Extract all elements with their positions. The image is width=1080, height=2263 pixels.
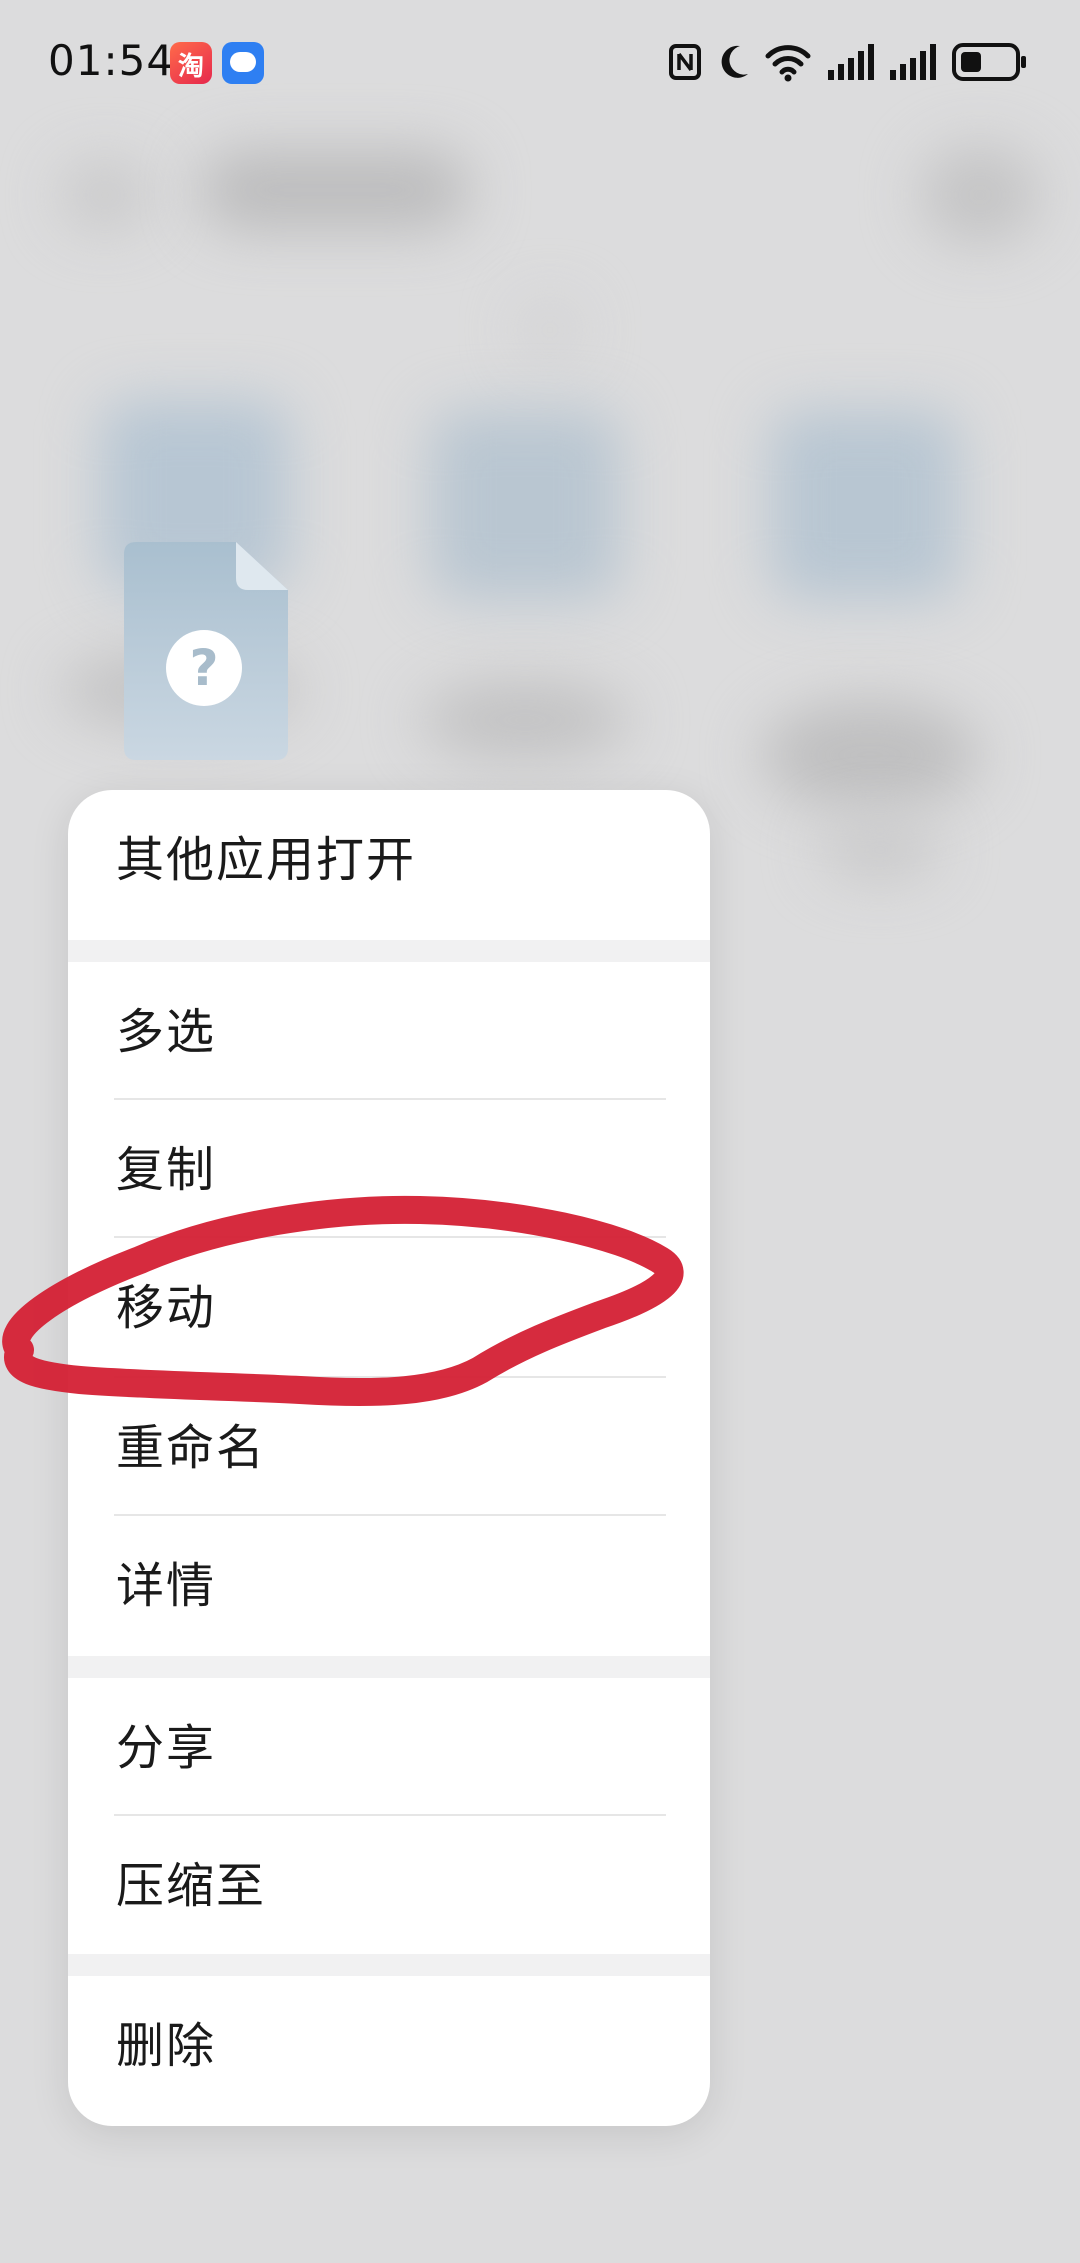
- blurred-title: [200, 150, 470, 230]
- menu-item-compress-to[interactable]: 压缩至: [68, 1816, 710, 1956]
- blurred-folder-icon: [430, 410, 620, 600]
- blurred-label: [760, 700, 980, 810]
- wifi-icon: [765, 45, 811, 82]
- menu-item-label: 其他应用打开: [116, 832, 417, 888]
- menu-group-separator: [68, 1954, 710, 1976]
- blurred-label: [420, 680, 630, 760]
- status-time: 01:54: [48, 36, 175, 85]
- menu-item-delete[interactable]: 删除: [68, 1976, 710, 2116]
- context-menu: 其他应用打开 多选 复制 移动 重命名 详情 分享 压缩至 删除: [68, 790, 710, 2126]
- status-bar: 01:54 淘: [0, 0, 1080, 130]
- menu-item-label: 多选: [116, 1004, 217, 1060]
- messages-icon: [222, 42, 264, 84]
- signal-icon: [828, 44, 874, 80]
- menu-item-label: 分享: [116, 1720, 217, 1776]
- taobao-icon: 淘: [170, 42, 212, 84]
- menu-item-move[interactable]: 移动: [68, 1238, 710, 1378]
- taobao-glyph: 淘: [177, 52, 204, 82]
- nfc-icon: [669, 44, 701, 80]
- battery-icon: [952, 43, 1026, 81]
- menu-item-label: 移动: [116, 1280, 217, 1336]
- menu-item-multi-select[interactable]: 多选: [68, 962, 710, 1102]
- menu-item-label: 删除: [116, 2018, 217, 2074]
- menu-item-label: 重命名: [116, 1420, 267, 1476]
- menu-group-separator: [68, 940, 710, 962]
- menu-item-share[interactable]: 分享: [68, 1678, 710, 1818]
- menu-item-rename[interactable]: 重命名: [68, 1378, 710, 1518]
- menu-item-label: 详情: [116, 1558, 217, 1614]
- menu-item-label: 复制: [116, 1142, 217, 1198]
- blurred-back-button: [60, 160, 150, 230]
- moon-icon: [721, 45, 748, 78]
- question-mark-icon: ?: [166, 630, 242, 706]
- menu-item-open-with-other-app[interactable]: 其他应用打开: [68, 790, 710, 930]
- system-icons: [668, 40, 1028, 90]
- unknown-file-icon[interactable]: ?: [124, 542, 288, 760]
- blurred-action-button: [920, 145, 1040, 245]
- menu-item-label: 压缩至: [116, 1858, 267, 1914]
- menu-item-copy[interactable]: 复制: [68, 1100, 710, 1240]
- blurred-label: [820, 820, 940, 880]
- blurred-folder-icon: [770, 410, 960, 600]
- blurred-element: [520, 300, 580, 360]
- signal-icon: [890, 44, 936, 80]
- menu-group-separator: [68, 1656, 710, 1678]
- menu-item-details[interactable]: 详情: [68, 1516, 710, 1656]
